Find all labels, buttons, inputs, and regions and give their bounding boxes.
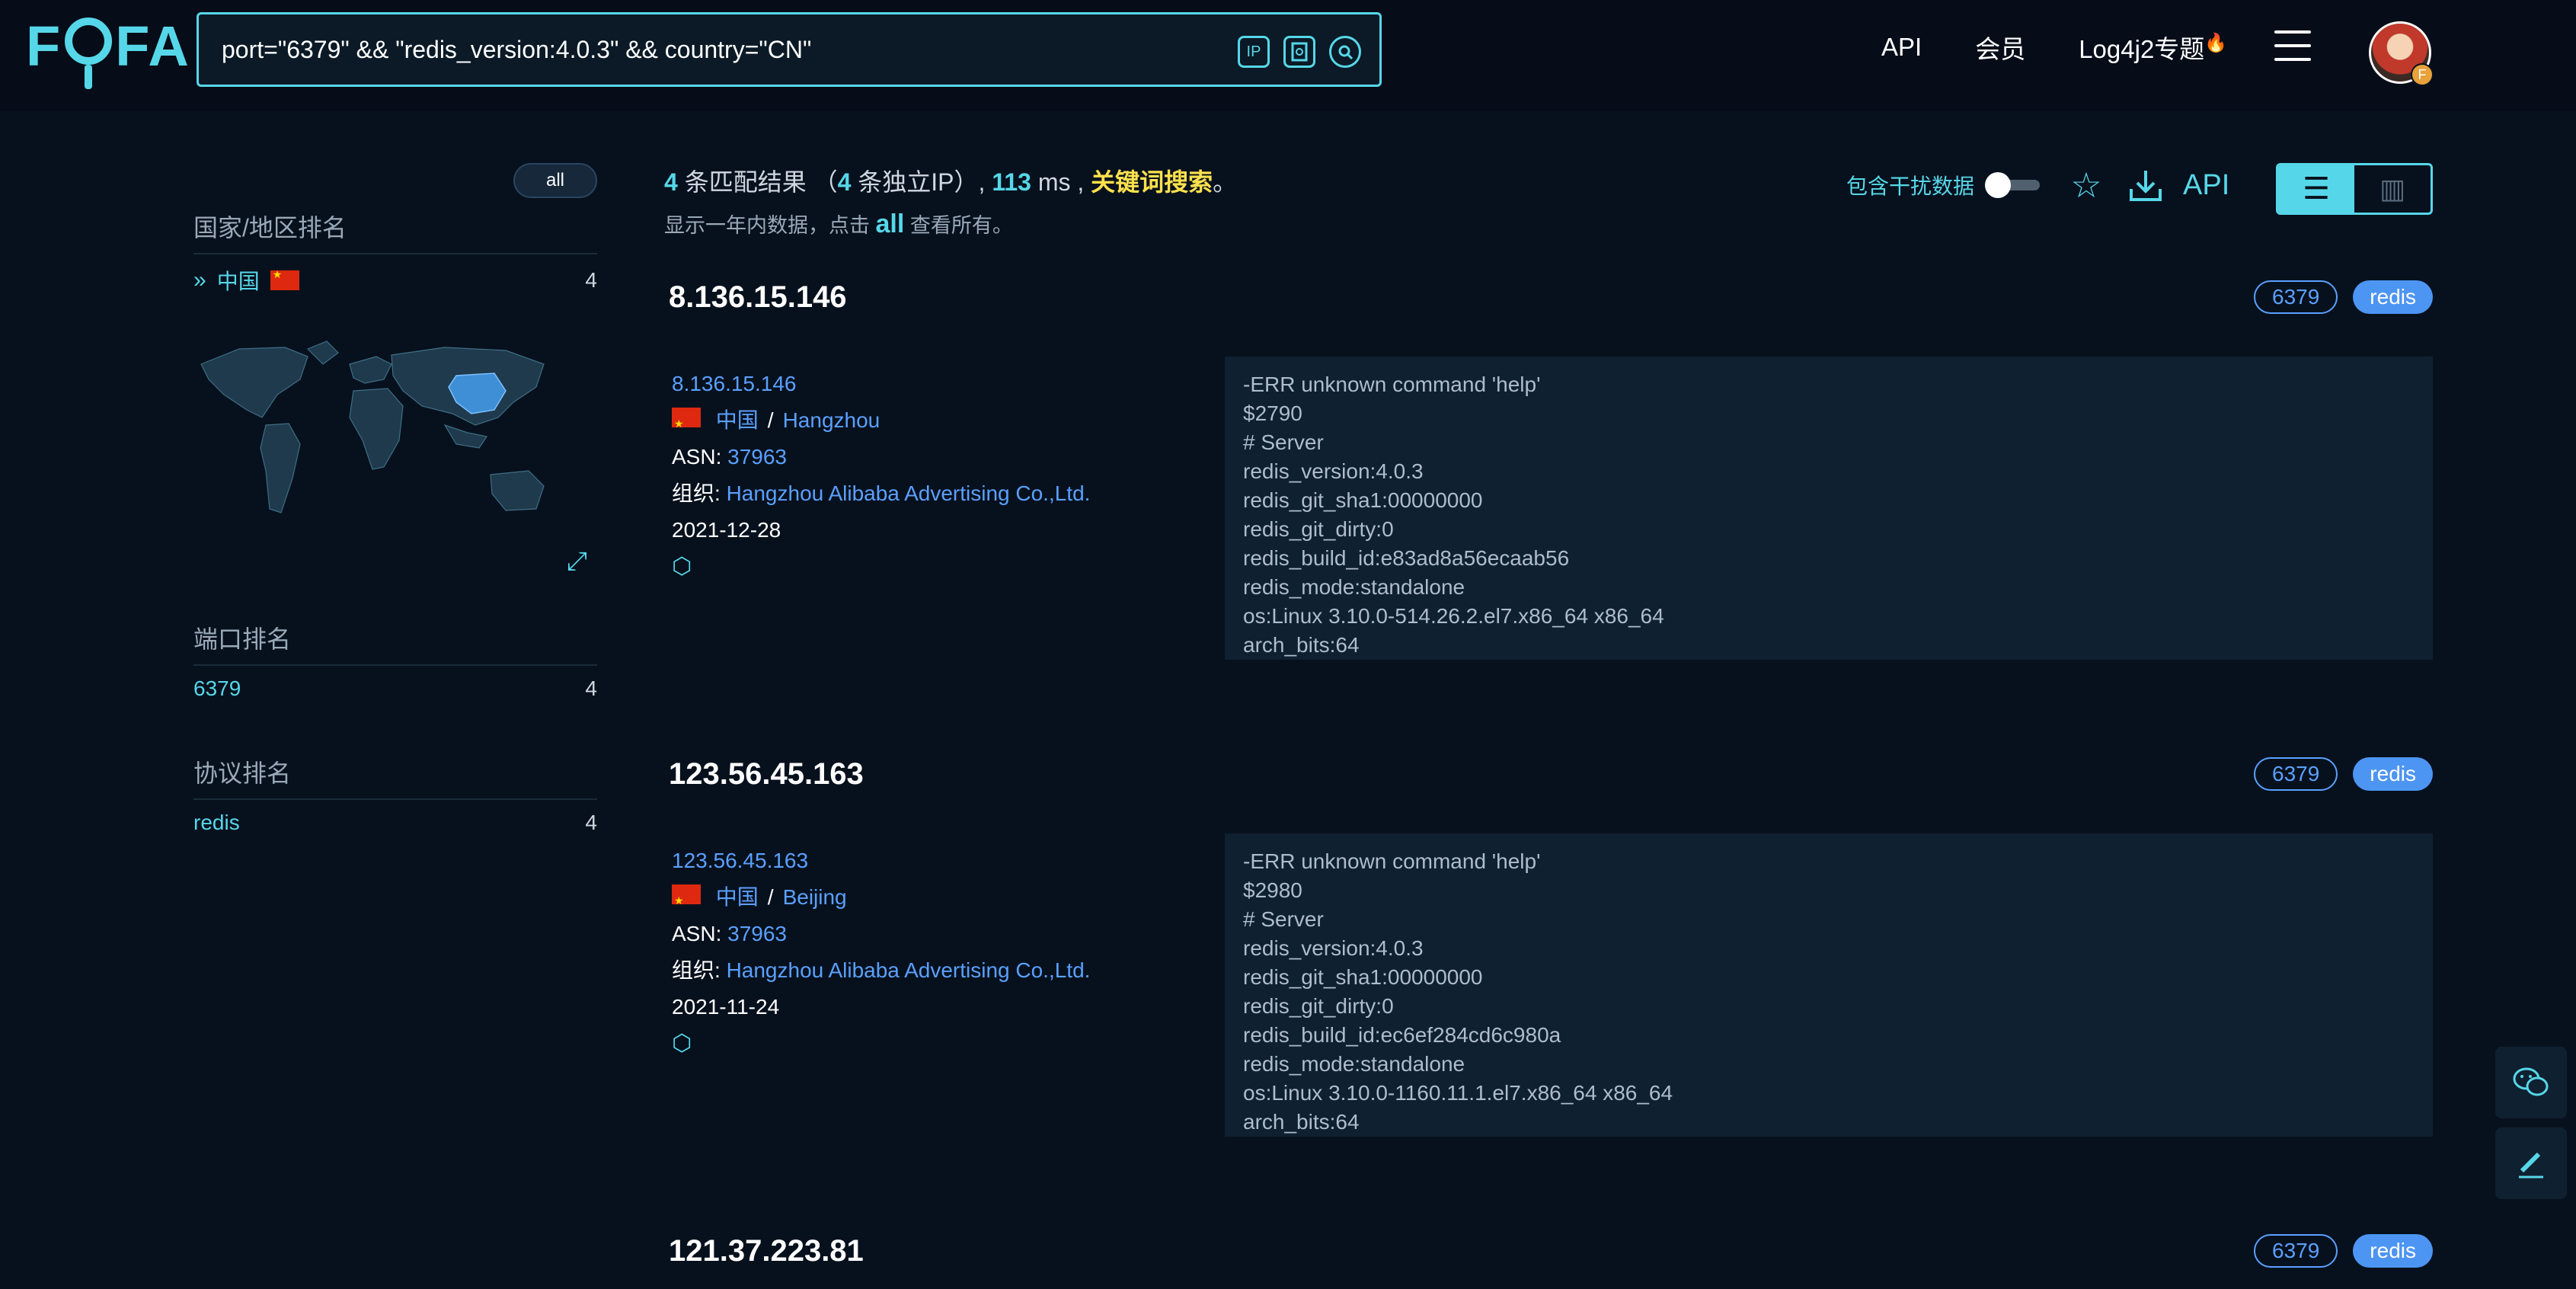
result-summary: 4 条匹配结果 （4 条独立IP）, 113 ms , 关键词搜索。 显示一年内… [664,168,1238,238]
result-card: 8.136.15.146 6379 redis 8.136.15.146 中国/… [669,280,2433,676]
port-rank-title: 端口排名 [193,625,292,653]
sidebar: all 国家/地区排名 » 中国 4 [193,163,597,835]
result-card: 121.37.223.81 6379 redis [669,1234,2433,1289]
port-tag[interactable]: 6379 [2254,1234,2338,1268]
cube-icon[interactable]: ⬡ [672,554,692,579]
cube-icon[interactable]: ⬡ [672,1031,692,1056]
china-flag-icon [672,405,701,442]
result-card: 123.56.45.163 6379 redis 123.56.45.163 中… [669,757,2433,1153]
ip-search-icon[interactable]: IP [1238,36,1270,68]
image-search-icon[interactable] [1283,36,1315,68]
world-map-graphic [200,341,545,513]
asn-link[interactable]: 37963 [727,922,787,945]
port-rank-item[interactable]: 6379 4 [193,676,597,701]
country-rank-title: 国家/地区排名 [193,214,347,241]
result-ip-link[interactable]: 8.136.15.146 [672,372,797,395]
port-tag[interactable]: 6379 [2254,280,2338,314]
protocol-tag[interactable]: redis [2353,280,2433,314]
result-date: 2021-11-24 [672,995,780,1019]
logo-magnifier-icon [65,18,113,89]
chart-view-icon[interactable]: ▥ [2354,165,2431,213]
expand-icon[interactable]: ⤢ [567,547,597,577]
result-ip-title[interactable]: 8.136.15.146 [669,280,847,315]
world-map[interactable]: ⤢ [193,334,597,577]
protocol-tag[interactable]: redis [2353,1234,2433,1268]
menu-icon[interactable] [2274,30,2311,61]
avatar[interactable]: F [2369,21,2434,86]
nav-member-link[interactable]: 会员 [1975,29,2025,66]
protocol-rank-item[interactable]: redis 4 [193,811,597,835]
interference-toggle[interactable] [1985,172,2041,198]
double-chevron-icon: » [193,267,206,293]
result-banner: -ERR unknown command 'help' $2790 # Serv… [1225,357,2433,660]
port-tag[interactable]: 6379 [2254,757,2338,791]
result-date: 2021-12-28 [672,518,781,542]
logo-text: F [26,14,62,78]
star-icon[interactable]: ☆ [2066,165,2107,206]
show-all-link[interactable]: all [876,210,905,238]
top-bar: FFA IP API 会员 Log4j2专题🔥 F [0,0,2576,111]
api-button[interactable]: API [2183,169,2229,202]
result-tools: 包含干扰数据 ☆ API [1846,165,2229,206]
city-link[interactable]: Beijing [783,885,847,909]
nav-api-link[interactable]: API [1881,33,1922,62]
fire-icon: 🔥 [2204,33,2228,53]
china-flag-icon [270,268,299,290]
country-rank-item[interactable]: » 中国 4 [193,265,597,296]
country-link[interactable]: 中国 [716,408,759,432]
china-flag-icon [672,882,701,919]
org-link[interactable]: Hangzhou Alibaba Advertising Co.,Ltd. [727,481,1091,505]
asn-link[interactable]: 37963 [727,445,787,469]
protocol-rank-title: 协议排名 [193,760,292,787]
edit-icon[interactable] [2495,1127,2567,1199]
result-ip-link[interactable]: 123.56.45.163 [672,849,808,872]
view-toggle[interactable]: ☰ ▥ [2276,163,2433,215]
nav-log4j-link[interactable]: Log4j2专题🔥 [2079,29,2227,66]
result-ip-title[interactable]: 123.56.45.163 [669,757,864,792]
keyword-search-link[interactable]: 关键词搜索 [1091,168,1213,196]
list-view-icon[interactable]: ☰ [2278,165,2354,213]
search-input[interactable] [222,35,1212,64]
org-link[interactable]: Hangzhou Alibaba Advertising Co.,Ltd. [727,958,1091,982]
country-link[interactable]: 中国 [716,885,759,909]
fofa-logo[interactable]: F FA [26,14,190,89]
result-banner: -ERR unknown command 'help' $2980 # Serv… [1225,833,2433,1137]
result-info: 123.56.45.163 中国/Beijing ASN: 37963 组织: … [672,843,1090,1062]
search-icon[interactable] [1329,36,1361,68]
result-info: 8.136.15.146 中国/Hangzhou ASN: 37963 组织: … [672,366,1090,585]
result-ip-title[interactable]: 121.37.223.81 [669,1234,864,1268]
all-button[interactable]: all [513,163,597,198]
interference-label: 包含干扰数据 [1846,174,1975,198]
protocol-tag[interactable]: redis [2353,757,2433,791]
avatar-badge: F [2411,63,2434,86]
download-icon[interactable] [2125,165,2166,206]
search-box[interactable]: IP [197,12,1382,87]
wechat-icon[interactable] [2495,1047,2567,1118]
top-nav: API 会员 Log4j2专题🔥 [1881,29,2227,66]
city-link[interactable]: Hangzhou [783,408,881,432]
